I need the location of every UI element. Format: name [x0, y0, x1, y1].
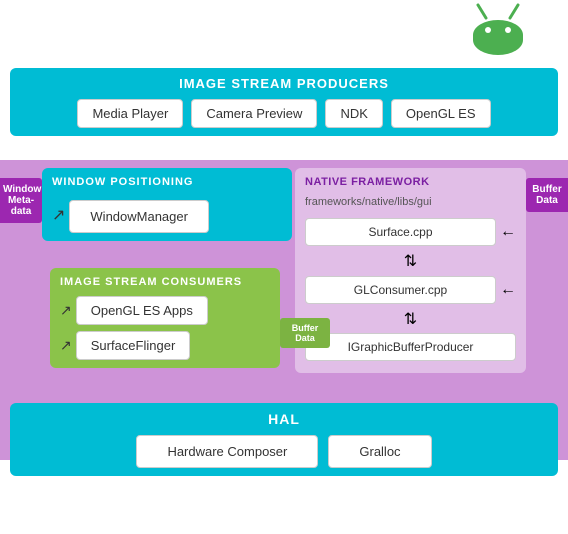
hal-title: HAL [20, 411, 548, 427]
surfaceflinger-arrow: ↗ [60, 337, 72, 354]
glconsumer-arrow-icon: ← [500, 281, 516, 299]
window-positioning-section: WINDOW POSITIONING ↗ WindowManager [42, 168, 292, 241]
hardware-composer-box: Hardware Composer [136, 435, 318, 468]
hal-section: HAL Hardware Composer Gralloc [10, 403, 558, 476]
surface-cpp-box: Surface.cpp [305, 218, 496, 246]
opengl-es-box: OpenGL ES [391, 99, 491, 128]
image-stream-producers-title: IMAGE STREAM PRODUCERS [20, 76, 548, 91]
android-robot-icon [458, 0, 538, 70]
image-stream-producers-section: IMAGE STREAM PRODUCERS Media Player Came… [10, 68, 558, 136]
native-framework-path: frameworks/native/libs/gui [305, 196, 516, 208]
down-arrow-1: ⇅ [305, 251, 516, 271]
hal-row: Hardware Composer Gralloc [20, 435, 548, 468]
wm-arrow-icon: ↗ [52, 205, 65, 225]
buffer-data-right-label: Buffer Data [526, 178, 568, 212]
image-stream-consumers-section: IMAGE STREAM CONSUMERS ↗ OpenGL ES Apps … [50, 268, 280, 368]
surfaceflinger-box: SurfaceFlinger [76, 331, 191, 360]
opengl-es-apps-box: OpenGL ES Apps [76, 296, 208, 325]
window-positioning-title: WINDOW POSITIONING [52, 176, 282, 188]
glconsumer-cpp-box: GLConsumer.cpp [305, 276, 496, 304]
surface-arrow-icon: ← [500, 223, 516, 241]
producers-row: Media Player Camera Preview NDK OpenGL E… [20, 99, 548, 128]
igraphicbufferproducer-box: IGraphicBufferProducer [305, 333, 516, 361]
down-arrow-2: ⇅ [305, 309, 516, 329]
native-framework-title: NATIVE FRAMEWORK [305, 176, 516, 188]
ndk-box: NDK [325, 99, 382, 128]
image-stream-consumers-title: IMAGE STREAM CONSUMERS [60, 276, 270, 288]
window-manager-box: WindowManager [69, 200, 209, 233]
camera-preview-box: Camera Preview [191, 99, 317, 128]
diagram-container: IMAGE STREAM PRODUCERS Media Player Came… [0, 0, 568, 534]
gralloc-box: Gralloc [328, 435, 431, 468]
buffer-data-middle-label: Buffer Data [280, 318, 330, 348]
opengl-apps-arrow: ↗ [60, 302, 72, 319]
window-metadata-label: Window Meta-data [0, 178, 42, 223]
media-player-box: Media Player [77, 99, 183, 128]
